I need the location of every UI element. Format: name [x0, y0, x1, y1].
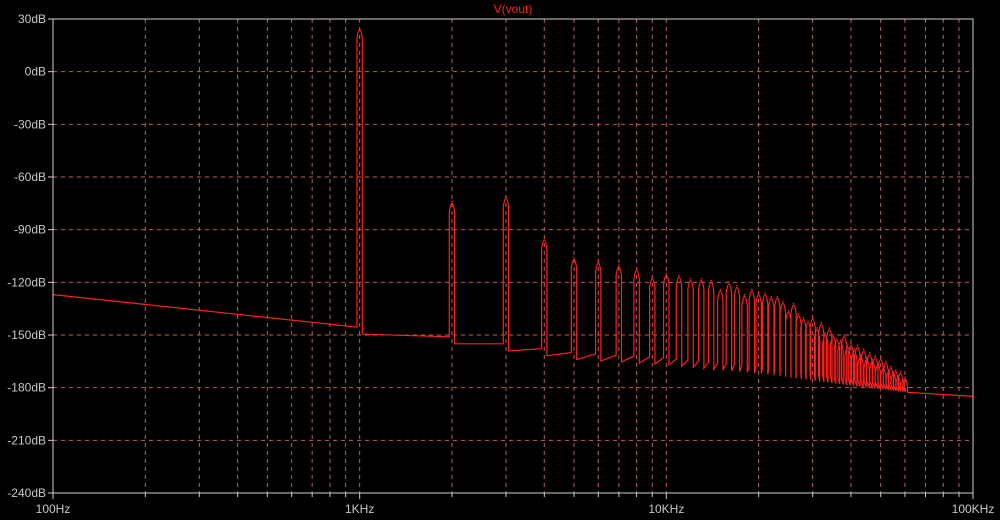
harmonic-peak: [751, 288, 753, 291]
harmonic-peak: [887, 369, 890, 371]
harmonic-peak: [850, 343, 852, 345]
harmonic-peak: [892, 371, 895, 373]
harmonic-peak: [839, 339, 842, 342]
y-tick-label: -240dB: [7, 486, 46, 500]
harmonic-peak: [764, 292, 766, 294]
harmonic-peak: [868, 351, 871, 354]
x-tick-label: 10KHz: [648, 502, 684, 516]
harmonic-peak: [828, 327, 831, 329]
harmonic-peak: [846, 344, 849, 347]
harmonic-peak: [895, 369, 897, 371]
harmonic-peak: [797, 313, 800, 315]
harmonic-peak: [853, 348, 856, 350]
harmonic-peak: [865, 357, 868, 359]
harmonic-peak: [897, 374, 899, 377]
y-tick-label: -210dB: [7, 433, 46, 447]
harmonic-peak: [728, 281, 730, 284]
harmonic-peak: [719, 288, 722, 291]
harmonic-peak: [802, 316, 805, 319]
harmonic-peak: [820, 321, 822, 324]
harmonic-peak: [573, 257, 575, 259]
harmonic-peak: [836, 337, 838, 340]
harmonic-peak: [597, 260, 600, 263]
x-tick-label: 1KHz: [345, 502, 374, 516]
harmonic-peak: [358, 27, 361, 29]
chart-title: V(vout): [494, 2, 533, 16]
harmonic-peak: [776, 295, 779, 298]
harmonic-peak: [904, 376, 906, 378]
harmonic-peak: [871, 358, 874, 361]
harmonic-peak: [843, 334, 845, 336]
harmonic-peak: [879, 357, 882, 359]
spectrum-plot[interactable]: V(vout) 30dB 0dB -30dB -60dB -90dB -120dB -150…: [0, 0, 1000, 520]
plot-background: [0, 0, 1000, 520]
x-tick-label: 100KHz: [952, 502, 995, 516]
harmonic-peak: [882, 365, 885, 368]
harmonic-peak: [901, 378, 904, 380]
y-tick-label: -180dB: [7, 381, 46, 395]
harmonic-peak: [862, 348, 865, 350]
harmonic-peak: [885, 360, 887, 363]
harmonic-peak: [618, 264, 620, 266]
harmonic-peak: [856, 344, 859, 347]
y-tick-label: 0dB: [25, 65, 46, 79]
harmonic-peak: [689, 278, 692, 280]
y-tick-label: -30dB: [14, 117, 46, 131]
harmonic-peak: [824, 332, 827, 335]
harmonic-peak: [700, 278, 703, 280]
harmonic-peak: [505, 195, 507, 198]
harmonic-peak: [543, 237, 546, 240]
harmonic-peak: [651, 276, 654, 278]
harmonic-peak: [743, 293, 746, 296]
harmonic-peak: [451, 200, 453, 203]
y-tick-label: 30dB: [18, 12, 46, 26]
harmonic-peak: [678, 274, 680, 277]
harmonic-peak: [787, 309, 790, 312]
harmonic-peak: [665, 272, 668, 275]
harmonic-peak: [816, 327, 818, 329]
harmonic-peak: [792, 302, 795, 305]
x-tick-label: 100Hz: [36, 502, 71, 516]
harmonic-peak: [811, 316, 814, 319]
harmonic-peak: [635, 267, 638, 270]
harmonic-peak: [890, 365, 892, 368]
harmonic-peak: [770, 295, 773, 298]
y-tick-label: -90dB: [14, 223, 46, 237]
harmonic-peak: [710, 279, 712, 282]
y-tick-label: -60dB: [14, 170, 46, 184]
y-tick-label: -150dB: [7, 328, 46, 342]
harmonic-peak: [877, 362, 879, 364]
harmonic-peak: [757, 292, 760, 294]
harmonic-peak: [859, 353, 862, 356]
harmonic-peak: [832, 334, 834, 336]
harmonic-peak: [874, 355, 876, 357]
harmonic-peak: [782, 300, 784, 303]
y-tick-label: -120dB: [7, 275, 46, 289]
harmonic-peak: [899, 371, 902, 373]
harmonic-peak: [736, 285, 738, 287]
harmonic-peak: [807, 320, 809, 322]
